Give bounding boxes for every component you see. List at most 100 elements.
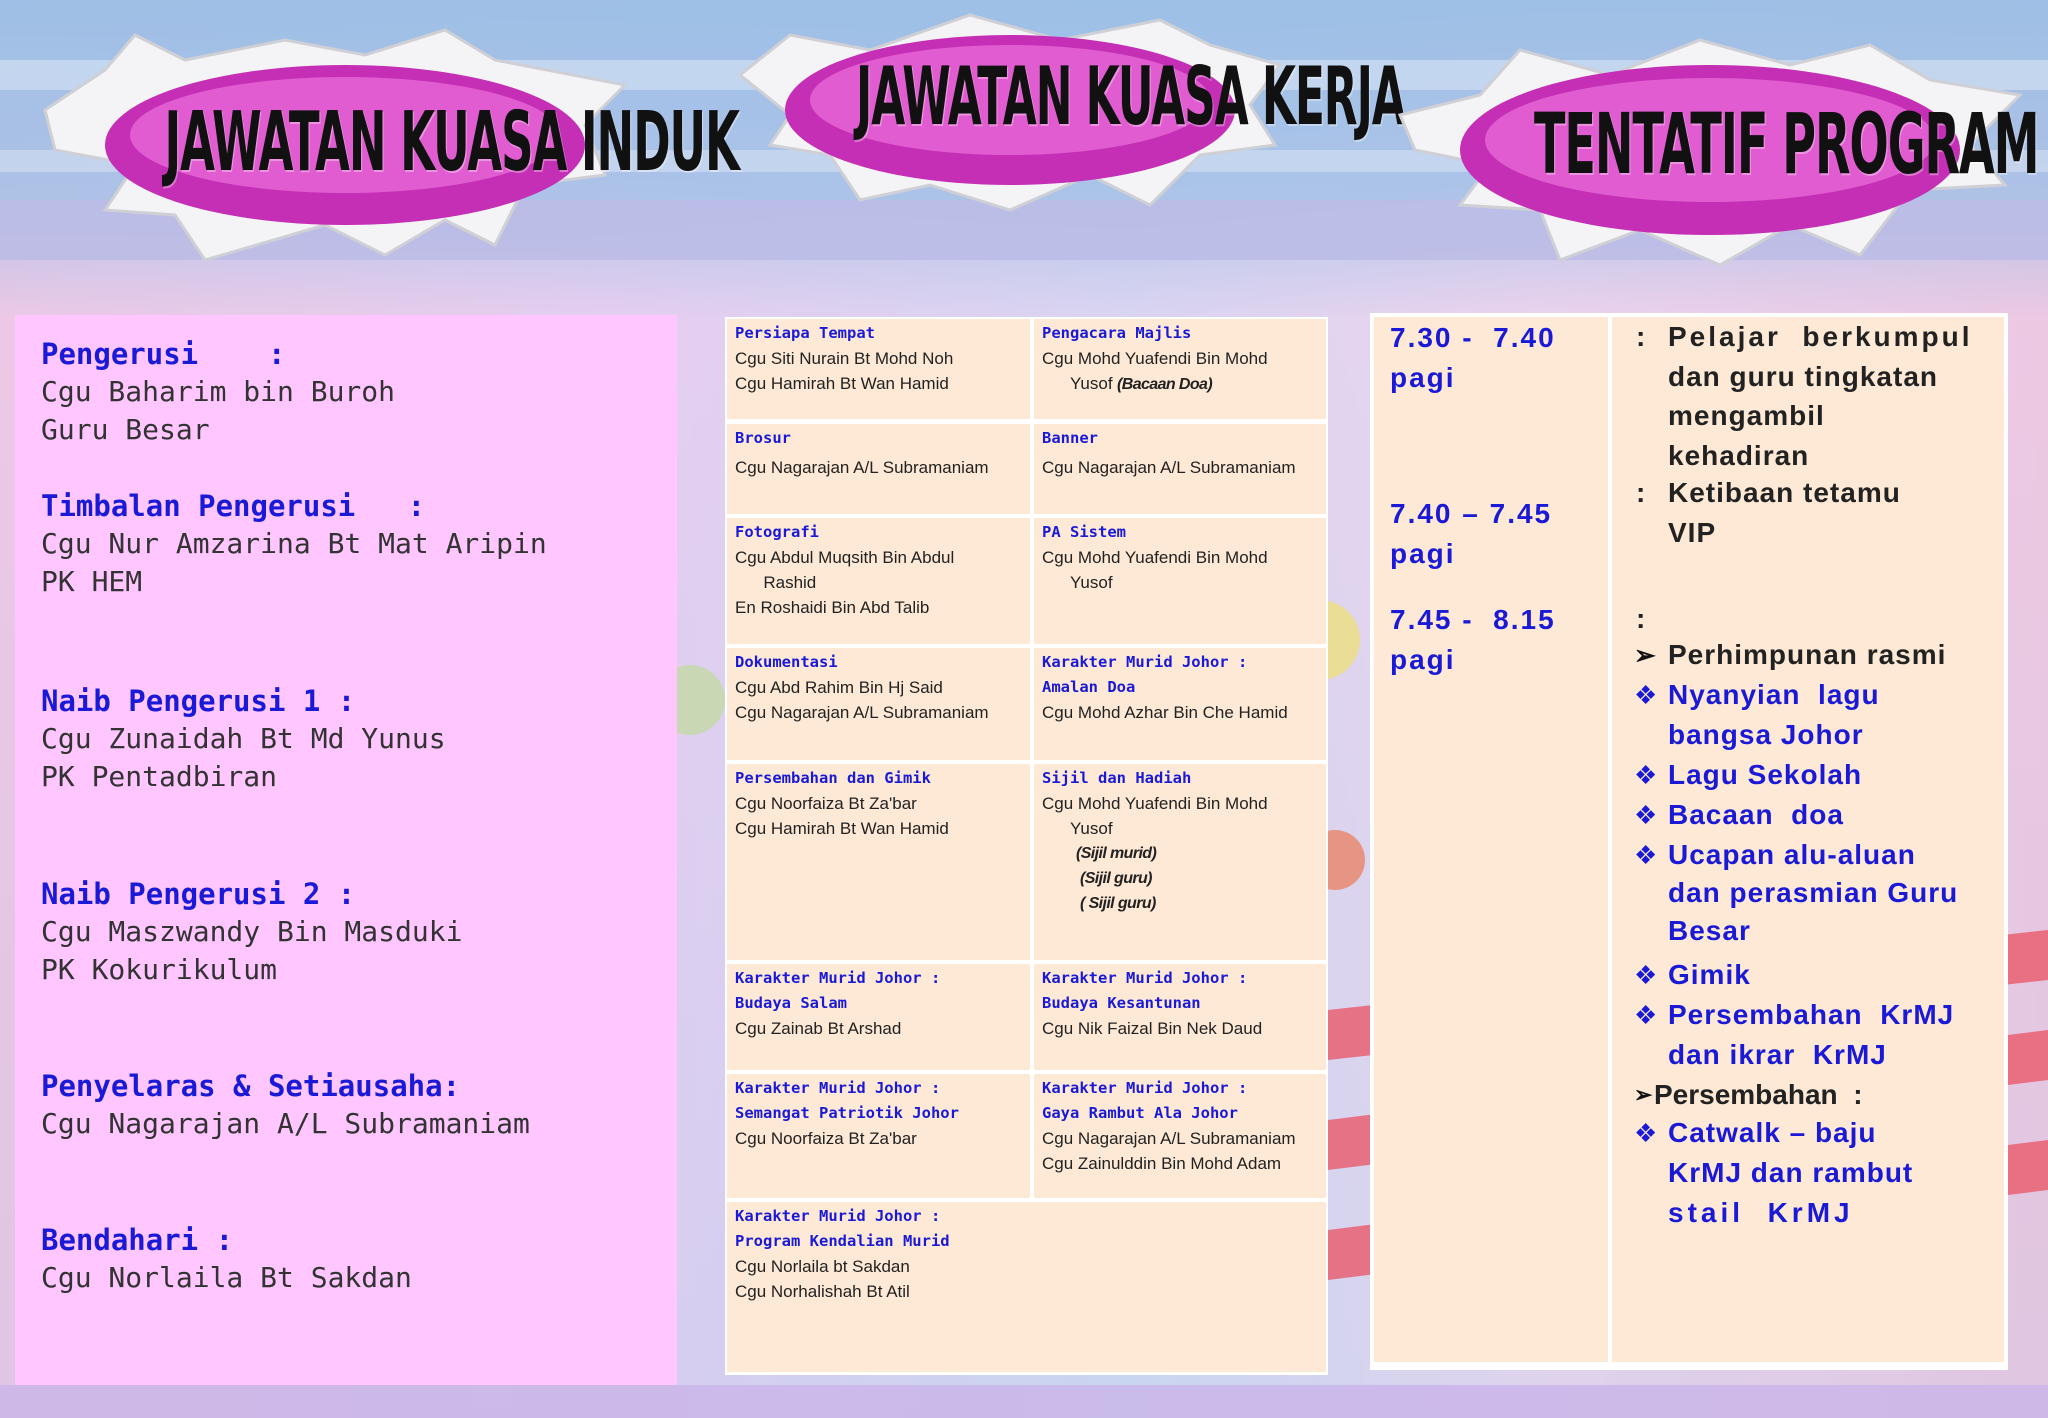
activity-item: Gimik: [1668, 959, 1751, 990]
kerja-cell-name: Cgu Noorfaiza Bt Za'bar: [735, 794, 917, 813]
induk-entry-timbalan: Timbalan Pengerusi : Cgu Nur Amzarina Bt…: [41, 487, 547, 601]
activity-colon: :: [1636, 603, 1647, 634]
kerja-cell-budaya-salam: Karakter Murid Johor : Budaya Salam Cgu …: [727, 964, 1030, 1070]
activity-line: dan guru tingkatan: [1668, 361, 1938, 392]
tentatif-program-table: 7.30 - 7.40 pagi 7.40 – 7.45 pagi 7.45 -…: [1370, 313, 2008, 1370]
activity-item: KrMJ dan rambut: [1668, 1157, 1914, 1188]
kerja-cell-name: Cgu Nagarajan A/L Subramaniam: [1042, 458, 1296, 477]
kerja-cell-persembahan-gimik: Persembahan dan Gimik Cgu Noorfaiza Bt Z…: [727, 764, 1030, 960]
header-title-tentatif: TENTATIF PROGRAM: [1534, 95, 2040, 193]
activity-item: Nyanyian lagu: [1668, 679, 1880, 710]
induk-role: Bendahari :: [41, 1223, 234, 1257]
activity-colon: :: [1636, 321, 1647, 352]
kerja-cell-persiapan-tempat: Persiapa Tempat Cgu Siti Nurain Bt Mohd …: [727, 319, 1030, 419]
kerja-cell-banner: Banner Cgu Nagarajan A/L Subramaniam: [1034, 424, 1326, 514]
activity-item: Bacaan doa: [1668, 799, 1844, 830]
time-slot-1-period: pagi: [1390, 362, 1456, 393]
kerja-cell-name: Cgu Hamirah Bt Wan Hamid: [735, 374, 949, 393]
kerja-cell-name: Yusof: [1042, 573, 1113, 592]
induk-entry-penyelaras: Penyelaras & Setiausaha: Cgu Nagarajan A…: [41, 1067, 530, 1143]
activity-item: bangsa Johor: [1668, 719, 1864, 750]
jawatan-kuasa-kerja-table: Persiapa Tempat Cgu Siti Nurain Bt Mohd …: [725, 317, 1328, 1375]
kerja-cell-heading: Persembahan dan Gimik: [735, 769, 931, 787]
kerja-cell-heading: Persiapa Tempat: [735, 324, 875, 342]
activity-line: mengambil: [1668, 400, 1825, 431]
tentatif-activity-column: : Pelajar berkumpul dan guru tingkatan m…: [1612, 317, 2004, 1362]
kerja-cell-name: Yusof: [1042, 374, 1113, 393]
kerja-cell-name: Cgu Zainab Bt Arshad: [735, 1019, 902, 1038]
kerja-cell-heading: Fotografi: [735, 523, 819, 541]
induk-role: Penyelaras & Setiausaha:: [41, 1069, 461, 1103]
kerja-cell-heading: PA Sistem: [1042, 523, 1126, 541]
induk-name: Cgu Nur Amzarina Bt Mat Aripin: [41, 527, 547, 560]
activity-line: VIP: [1668, 517, 1717, 548]
induk-role: Pengerusi :: [41, 337, 286, 371]
activity-item: Persembahan KrMJ: [1668, 999, 1955, 1030]
kerja-cell-heading: Sijil dan Hadiah: [1042, 769, 1192, 787]
kerja-cell-heading: Karakter Murid Johor :: [1042, 969, 1248, 987]
kerja-cell-note: (Bacaan Doa): [1117, 376, 1213, 393]
kerja-cell-heading: Karakter Murid Johor :: [735, 1207, 941, 1225]
kerja-cell-name: Cgu Norlaila bt Sakdan: [735, 1257, 910, 1276]
kerja-cell-dokumentasi: Dokumentasi Cgu Abd Rahim Bin Hj Said Cg…: [727, 648, 1030, 760]
activity-line: Ketibaan tetamu: [1668, 477, 1901, 508]
kerja-cell-note: (Sijil murid): [1076, 845, 1157, 862]
induk-post: Guru Besar: [41, 413, 210, 446]
kerja-cell-heading: Dokumentasi: [735, 653, 838, 671]
kerja-cell-name: Cgu Noorfaiza Bt Za'bar: [735, 1129, 917, 1148]
induk-post: PK HEM: [41, 565, 143, 598]
kerja-cell-budaya-kesantunan: Karakter Murid Johor : Budaya Kesantunan…: [1034, 964, 1326, 1070]
diamond-bullet-icon: ❖: [1634, 960, 1658, 990]
arrow-bullet-icon: ➢: [1634, 640, 1656, 670]
activity-item: Catwalk – baju: [1668, 1117, 1877, 1148]
kerja-cell-name: Cgu Abd Rahim Bin Hj Said: [735, 678, 943, 697]
header-badge-tentatif: TENTATIF PROGRAM: [1390, 25, 2040, 275]
kerja-cell-heading: Amalan Doa: [1042, 678, 1136, 696]
induk-entry-pengerusi: Pengerusi : Cgu Baharim bin Buroh Guru B…: [41, 335, 395, 449]
diamond-bullet-icon: ❖: [1634, 1118, 1658, 1148]
kerja-cell-gaya-rambut: Karakter Murid Johor : Gaya Rambut Ala J…: [1034, 1074, 1326, 1198]
kerja-cell-note: (Sijil guru): [1080, 870, 1153, 887]
kerja-cell-name: Rashid: [735, 573, 817, 592]
kerja-cell-name: Cgu Zainulddin Bin Mohd Adam: [1042, 1154, 1282, 1173]
kerja-cell-name: Cgu Nagarajan A/L Subramaniam: [735, 703, 989, 722]
kerja-cell-name: En Roshaidi Bin Abd Talib: [735, 598, 930, 617]
kerja-cell-pa-sistem: PA Sistem Cgu Mohd Yuafendi Bin Mohd Yus…: [1034, 518, 1326, 644]
induk-name: Cgu Baharim bin Buroh: [41, 375, 396, 408]
kerja-cell-amalan-doa: Karakter Murid Johor : Amalan Doa Cgu Mo…: [1034, 648, 1326, 760]
kerja-cell-heading: Budaya Salam: [735, 994, 847, 1012]
tentatif-time-column: 7.30 - 7.40 pagi 7.40 – 7.45 pagi 7.45 -…: [1374, 317, 1608, 1362]
header-title-kerja: JAWATAN KUASA KERJA: [856, 50, 1406, 143]
kerja-cell-name: Cgu Hamirah Bt Wan Hamid: [735, 819, 949, 838]
kerja-cell-name: Cgu Mohd Yuafendi Bin Mohd: [1042, 548, 1268, 567]
kerja-cell-name: Cgu Nagarajan A/L Subramaniam: [1042, 1129, 1296, 1148]
header-title-induk: JAWATAN KUASA INDUK: [164, 95, 741, 190]
kerja-cell-heading: Karakter Murid Johor :: [735, 969, 941, 987]
induk-entry-naib-2: Naib Pengerusi 2 : Cgu Maszwandy Bin Mas…: [41, 875, 462, 989]
induk-name: Cgu Zunaidah Bt Md Yunus: [41, 722, 446, 755]
kerja-cell-name: Cgu Abdul Muqsith Bin Abdul: [735, 548, 955, 567]
time-slot-3: 7.45 - 8.15: [1390, 604, 1556, 635]
kerja-cell-sijil-hadiah: Sijil dan Hadiah Cgu Mohd Yuafendi Bin M…: [1034, 764, 1326, 960]
kerja-cell-name: Cgu Mohd Yuafendi Bin Mohd: [1042, 794, 1268, 813]
kerja-cell-semangat-patriotik: Karakter Murid Johor : Semangat Patrioti…: [727, 1074, 1030, 1198]
induk-post: PK Pentadbiran: [41, 760, 278, 793]
kerja-cell-brosur: Brosur Cgu Nagarajan A/L Subramaniam: [727, 424, 1030, 514]
time-slot-3-period: pagi: [1390, 644, 1456, 675]
header-badge-kerja: JAWATAN KUASA KERJA: [730, 5, 1406, 220]
induk-role: Timbalan Pengerusi :: [41, 489, 426, 523]
kerja-cell-name: Yusof: [1042, 819, 1113, 838]
kerja-cell-name: Cgu Siti Nurain Bt Mohd Noh: [735, 349, 954, 368]
kerja-cell-heading: Semangat Patriotik Johor: [735, 1104, 959, 1122]
time-slot-1: 7.30 - 7.40: [1390, 322, 1556, 353]
kerja-cell-name: Cgu Norhalishah Bt Atil: [735, 1282, 910, 1301]
kerja-cell-fotografi: Fotografi Cgu Abdul Muqsith Bin Abdul Ra…: [727, 518, 1030, 644]
activity-line: kehadiran: [1668, 440, 1810, 471]
diamond-bullet-icon: ❖: [1634, 760, 1658, 790]
kerja-cell-heading: Program Kendalian Murid: [735, 1232, 950, 1250]
kerja-cell-heading: Karakter Murid Johor :: [1042, 653, 1248, 671]
time-slot-2: 7.40 – 7.45: [1390, 498, 1553, 529]
kerja-cell-heading: Pengacara Majlis: [1042, 324, 1192, 342]
kerja-cell-name: Cgu Mohd Yuafendi Bin Mohd: [1042, 349, 1268, 368]
kerja-cell-heading: Karakter Murid Johor :: [735, 1079, 941, 1097]
